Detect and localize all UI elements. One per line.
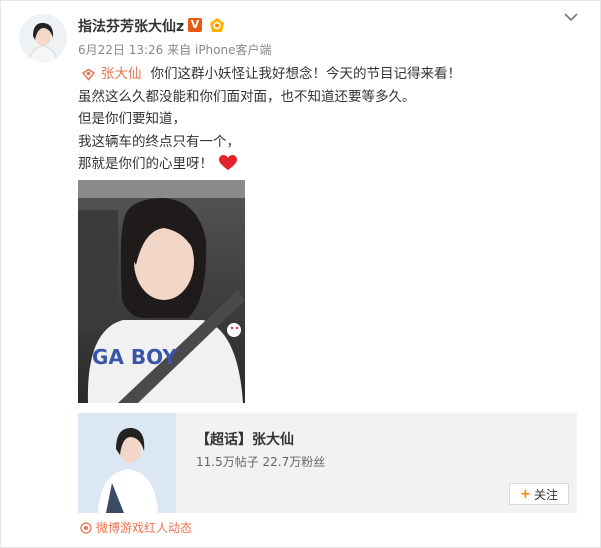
level-badge-icon	[210, 18, 224, 32]
topic-icon	[82, 68, 95, 81]
supertopic-stats: 11.5万帖子 22.7万粉丝	[196, 455, 326, 469]
follow-button[interactable]: + 关注	[509, 483, 569, 505]
post-meta: 6月22日 13:26 来自 iPhone客户端	[78, 41, 272, 58]
supertopic-title[interactable]: 【超话】张大仙	[196, 429, 294, 449]
post-date[interactable]: 6月22日 13:26	[78, 43, 163, 57]
post-photo[interactable]: GA BOY	[78, 180, 245, 403]
post-device[interactable]: iPhone客户端	[195, 43, 272, 57]
verified-v-icon: V	[188, 18, 202, 32]
plus-icon: +	[520, 486, 531, 502]
post-text-line-4: 我这辆车的终点只有一个，	[78, 133, 240, 150]
avatar[interactable]	[19, 14, 67, 62]
topic-link[interactable]: 张大仙	[101, 63, 142, 86]
username[interactable]: 指法芬芳张大仙z	[78, 16, 184, 36]
post-text-line: 张大仙 你们这群小妖怪让我好想念！今天的节目记得来看！	[78, 63, 461, 86]
post-text-line-3: 但是你们要知道，	[78, 111, 186, 127]
chevron-down-icon[interactable]	[563, 9, 579, 25]
post-text-line-2: 虽然这么久都没能和你们面对面，也不知道还要等多久。	[78, 88, 416, 105]
follow-label: 关注	[533, 487, 558, 502]
post-text: 张大仙 你们这群小妖怪让我好想念！今天的节目记得来看！ 虽然这么久都没能和你们面…	[78, 63, 461, 176]
post-text-line-5-wrap: 那就是你们的心里呀！	[78, 153, 461, 176]
heart-icon	[219, 155, 238, 170]
supertopic-card[interactable]: 【超话】张大仙 11.5万帖子 22.7万粉丝 + 关注	[78, 413, 577, 513]
supertopic-image[interactable]	[78, 413, 176, 513]
source-label: 微博游戏红人动态	[96, 521, 193, 535]
weibo-post-card: 指法芬芳张大仙z V 6月22日 13:26 来自 iPhone客户端 张大仙 …	[0, 0, 601, 548]
source-icon	[80, 521, 92, 534]
post-text-line-5: 那就是你们的心里呀！	[78, 156, 213, 172]
shirt-text: GA BOY	[92, 345, 177, 369]
from-prefix: 来自	[167, 43, 192, 57]
post-text-line-1: 你们这群小妖怪让我好想念！今天的节目记得来看！	[150, 66, 462, 82]
post-source[interactable]: 微博游戏红人动态	[80, 519, 192, 536]
